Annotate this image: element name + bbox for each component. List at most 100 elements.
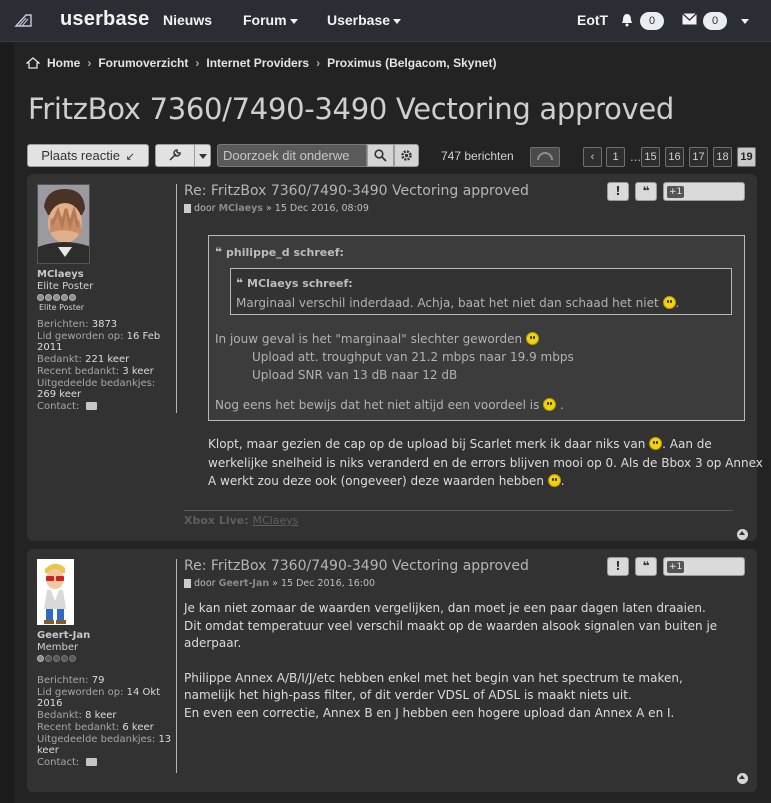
post-reply-button[interactable]: Plaats reactie ↙ — [27, 144, 149, 167]
post-author-link[interactable]: MClaeys — [219, 203, 263, 214]
nav-nieuws[interactable]: Nieuws — [163, 12, 212, 28]
plus-one-icon: +1 — [667, 186, 685, 198]
stat-label: Bedankt: — [37, 354, 82, 365]
post-date: » 15 Dec 2016, 08:09 — [265, 203, 369, 214]
contact-icon[interactable] — [86, 758, 98, 766]
stat-bedankt: Bedankt: 221 keer — [37, 354, 177, 365]
crumb-proximus[interactable]: Proximus (Belgacom, Skynet) — [327, 56, 496, 70]
post-profile: Geert-Jan Member Berichten: 79 Lid gewor… — [37, 559, 177, 768]
crumb-separator: › — [316, 56, 321, 70]
post-date: » 15 Dec 2016, 16:00 — [272, 578, 376, 589]
smiley-icon — [649, 437, 663, 450]
home-icon[interactable] — [25, 57, 41, 69]
bell-icon[interactable] — [621, 13, 633, 30]
report-button[interactable]: ! — [607, 557, 629, 576]
envelope-icon[interactable] — [682, 13, 697, 28]
topic-action-bar: Plaats reactie ↙ Doorzoek dit onderwe 74… — [27, 144, 757, 168]
crumb-forumoverzicht[interactable]: Forumoverzicht — [98, 56, 188, 70]
back-to-top-icon[interactable] — [737, 773, 748, 784]
page-title[interactable]: FritzBox 7360/7490-3490 Vectoring approv… — [28, 92, 674, 126]
stat-contact: Contact: — [37, 757, 177, 768]
post-content: Je kan niet zomaar de waarden vergelijke… — [184, 600, 729, 722]
stat-value[interactable]: 8 keer — [85, 710, 116, 721]
topic-tools-dropdown[interactable] — [194, 144, 211, 167]
stat-value[interactable]: 221 keer — [85, 354, 129, 365]
page-18[interactable]: 18 — [713, 147, 732, 167]
stat-label: Contact: — [37, 401, 80, 412]
thanks-button[interactable]: +1 Bedankt! — [663, 182, 745, 216]
quote-button[interactable]: ❝ — [635, 182, 657, 201]
rank-stars — [37, 655, 177, 662]
stat-lid-geworden: Lid geworden op: 16 Feb 2011 — [37, 331, 177, 353]
page-1[interactable]: 1 — [606, 147, 625, 167]
stat-label: Lid geworden op: — [37, 687, 124, 698]
rank-star-icon — [69, 655, 76, 662]
quote-button[interactable]: ❝ — [635, 557, 657, 576]
signature-link[interactable]: MClaeys — [253, 514, 299, 527]
stat-value[interactable]: 269 keer — [37, 389, 81, 400]
reply-arrow-icon: ↙ — [125, 151, 135, 163]
post-username[interactable]: MClaeys — [37, 269, 177, 280]
user-rank: Member — [37, 642, 79, 653]
nav-userbase[interactable]: Userbase — [327, 12, 402, 28]
stat-label: Berichten: — [37, 675, 89, 686]
page-15[interactable]: 15 — [641, 147, 660, 167]
avatar[interactable] — [37, 184, 90, 264]
contact-icon[interactable] — [86, 402, 98, 410]
search-button[interactable] — [367, 144, 394, 167]
meta-prefix: door — [194, 203, 216, 214]
quote-mark-icon: ❝ — [215, 245, 223, 259]
post-link-icon[interactable] — [184, 204, 191, 213]
crumb-home[interactable]: Home — [47, 56, 80, 70]
post-meta: door MClaeys » 15 Dec 2016, 08:09 — [184, 203, 736, 214]
topic-search-input[interactable]: Doorzoek dit onderwe — [217, 144, 367, 167]
post: Geert-Jan Member Berichten: 79 Lid gewor… — [27, 549, 757, 792]
page-container: Home › Forumoverzicht › Internet Provide… — [14, 42, 771, 803]
smiley-icon — [543, 398, 557, 411]
user-menu-chevron-icon[interactable] — [741, 19, 749, 24]
post-username[interactable]: Geert-Jan — [37, 630, 177, 641]
thanks-label: Bedankt! — [667, 576, 727, 591]
brand-logo[interactable]: userbase — [60, 8, 149, 31]
rank-star-icon — [53, 655, 60, 662]
signature-divider — [184, 510, 733, 511]
avatar[interactable] — [37, 559, 74, 625]
post-paragraph: Philippe Annex A/B/I/J/etc hebben enkel … — [184, 670, 683, 703]
report-button[interactable]: ! — [607, 182, 629, 201]
crumb-separator: › — [195, 56, 200, 70]
stat-value[interactable]: 3873 — [92, 319, 117, 330]
thanks-button[interactable]: +1 Bedankt! — [663, 557, 745, 591]
gear-icon — [400, 148, 413, 163]
page-16[interactable]: 16 — [665, 147, 684, 167]
prev-page-button[interactable]: ‹ — [583, 147, 602, 167]
topic-tools-button[interactable] — [155, 144, 195, 167]
top-navbar: userbase Nieuws Forum Userbase EotT 0 0 — [0, 0, 771, 42]
rank-stars — [37, 294, 177, 301]
crumb-internet-providers[interactable]: Internet Providers — [206, 56, 309, 70]
stat-value: 3 keer — [122, 366, 154, 377]
rank-star-icon — [69, 294, 76, 301]
meta-prefix: door — [194, 578, 216, 589]
nav-username[interactable]: EotT — [577, 12, 608, 28]
stat-recent-bedankt: Recent bedankt: 3 keer — [37, 366, 177, 377]
nav-forum[interactable]: Forum — [243, 12, 298, 28]
search-icon — [374, 148, 387, 163]
post-link-icon[interactable] — [184, 579, 191, 588]
sad-smiley-icon — [525, 332, 539, 345]
advanced-search-button[interactable] — [394, 144, 419, 167]
report-icon: ! — [615, 559, 621, 573]
messages-badge[interactable]: 0 — [703, 12, 727, 30]
nav-userbase-label: Userbase — [327, 12, 391, 28]
post-text-part: . — [560, 474, 565, 488]
notifications-badge[interactable]: 0 — [640, 12, 664, 30]
smiley-icon — [662, 296, 676, 309]
stat-value[interactable]: 79 — [92, 675, 105, 686]
page-17[interactable]: 17 — [689, 147, 708, 167]
back-to-top-icon[interactable] — [737, 529, 748, 540]
stat-label: Uitgedeelde bedankjes: — [37, 734, 156, 745]
rank-star-icon — [53, 294, 60, 301]
userbase-logo-icon[interactable] — [14, 12, 34, 30]
jump-to-page-button[interactable] — [530, 147, 560, 167]
page-19-current[interactable]: 19 — [737, 147, 756, 167]
post-author-link[interactable]: Geert-Jan — [219, 578, 270, 589]
